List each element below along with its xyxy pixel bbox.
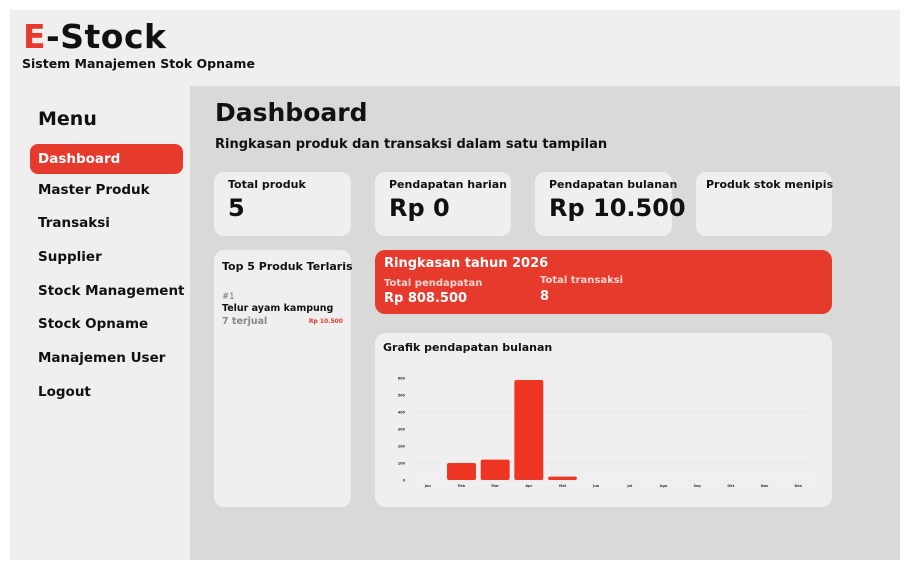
- chart-y-tick-label: 600: [398, 377, 406, 381]
- card-value: Rp 0: [389, 194, 450, 222]
- app-frame: E-Stock Sistem Manajemen Stok Opname Men…: [10, 10, 900, 560]
- chart-x-tick-label: Apr: [525, 484, 532, 488]
- summary-revenue-label: Total pendapatan: [384, 278, 483, 289]
- chart-y-tick-label: 100: [398, 462, 406, 466]
- summary-transactions-label: Total transaksi: [540, 275, 624, 286]
- sidebar-item-transaksi[interactable]: Transaksi: [30, 208, 183, 238]
- top5-price: Rp 10.500: [308, 318, 343, 325]
- menu-title: Menu: [38, 108, 97, 130]
- app-subtitle: Sistem Manajemen Stok Opname: [22, 56, 255, 71]
- top-header: E-Stock Sistem Manajemen Stok Opname: [10, 10, 900, 86]
- top5-sold-count: 7 terjual: [222, 316, 268, 327]
- revenue-bar-chart: 0 100 200 300 400 500 600 Jan Feb Mar Apr Mei Jun Jul…: [398, 377, 815, 488]
- chart-y-tick-label: 500: [398, 394, 406, 398]
- sidebar-item-master-produk[interactable]: Master Produk: [30, 175, 183, 205]
- card-label: Pendapatan harian: [389, 178, 507, 191]
- card-total-produk: Total produk 5: [214, 172, 351, 236]
- chart-x-tick-label: Des: [794, 484, 801, 488]
- app-logo: E-Stock: [23, 17, 167, 56]
- chart-x-tick-label: Jun: [592, 484, 600, 488]
- card-produk-stok-menipis: Produk stok menipis: [696, 172, 834, 236]
- summary-transactions-value: 8: [540, 289, 550, 304]
- chart-x-tick-label: Nov: [761, 484, 769, 488]
- chart-x-tick-label: Mei: [559, 484, 566, 488]
- top5-title: Top 5 Produk Terlaris: [222, 260, 353, 273]
- chart-bar-apr: [514, 380, 544, 480]
- card-value: Rp 10.500: [549, 194, 686, 222]
- top5-rank: #1: [222, 292, 235, 302]
- card-label: Total produk: [228, 178, 306, 191]
- sidebar-item-dashboard[interactable]: Dashboard: [30, 144, 183, 174]
- chart-bar-mei: [548, 476, 577, 480]
- sidebar-item-stock-management[interactable]: Stock Management: [30, 276, 185, 306]
- chart-x-tick-label: Jul: [626, 484, 632, 488]
- chart-x-tick-label: Jan: [424, 484, 432, 488]
- sidebar-item-stock-opname[interactable]: Stock Opname: [30, 309, 183, 339]
- sidebar: Menu Dashboard Master Produk Transaksi S…: [10, 86, 190, 560]
- chart-panel: Grafik pendapatan bulanan 0 100 200 300 400 5…: [375, 333, 832, 507]
- chart-x-tick-label: Okt: [727, 484, 734, 488]
- card-label: Produk stok menipis: [706, 178, 834, 191]
- summary-revenue-value: Rp 808.500: [384, 291, 468, 306]
- card-value: 5: [228, 194, 245, 222]
- chart-y-tick-label: 300: [398, 428, 406, 432]
- year-summary-panel: Ringkasan tahun 2026 Total pendapatan Rp…: [375, 250, 832, 314]
- sidebar-item-supplier[interactable]: Supplier: [30, 242, 183, 272]
- chart-y-tick-label: 200: [398, 445, 406, 449]
- chart-x-tick-label: Agu: [660, 484, 668, 488]
- sidebar-item-manajemen-user[interactable]: Manajemen User: [30, 343, 183, 373]
- card-label: Pendapatan bulanan: [549, 178, 678, 191]
- top5-product-name: Telur ayam kampung: [222, 303, 334, 314]
- sidebar-item-logout[interactable]: Logout: [30, 377, 183, 407]
- card-pendapatan-harian: Pendapatan harian Rp 0: [375, 172, 511, 236]
- chart-y-tick-label: 400: [398, 411, 406, 415]
- chart-bar-mar: [480, 459, 510, 480]
- chart-x-tick-label: Sep: [693, 484, 701, 488]
- top5-panel: Top 5 Produk Terlaris #1 Telur ayam kamp…: [214, 250, 353, 507]
- chart-bar-feb: [447, 463, 476, 480]
- page-title: Dashboard: [215, 98, 368, 127]
- card-pendapatan-bulanan: Pendapatan bulanan Rp 10.500: [535, 172, 686, 236]
- summary-title: Ringkasan tahun 2026: [384, 256, 549, 271]
- chart-x-tick-label: Mar: [491, 484, 499, 488]
- chart-y-tick-label: 0: [403, 479, 406, 483]
- page-subtitle: Ringkasan produk dan transaksi dalam sat…: [215, 137, 608, 152]
- chart-x-tick-label: Feb: [458, 484, 466, 488]
